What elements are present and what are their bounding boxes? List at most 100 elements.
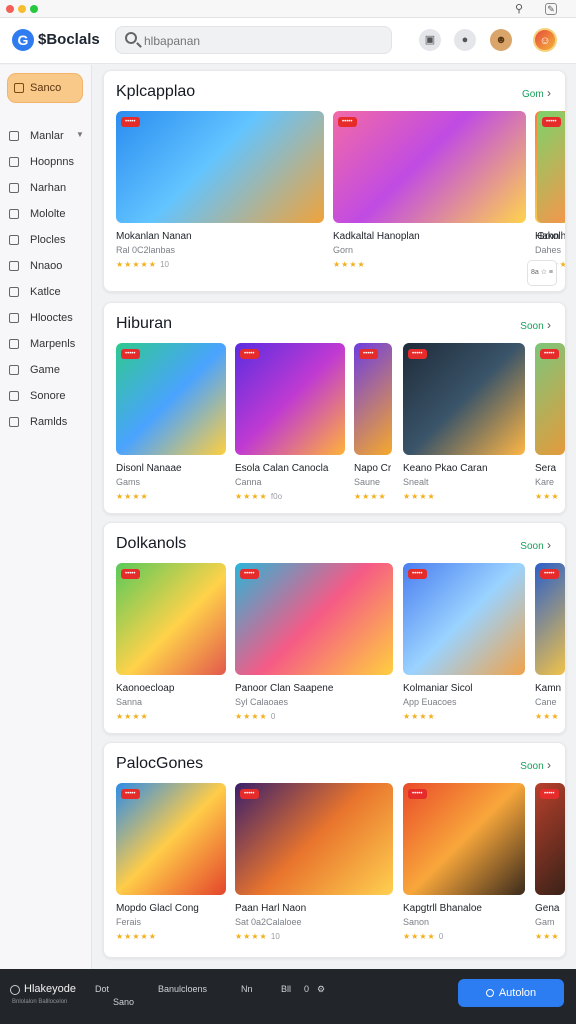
game-name[interactable]: Paan Harl Naon [235,903,365,914]
game-art-image [116,563,226,675]
chevron-down-icon[interactable]: ▼ [76,130,84,139]
game-thumbnail[interactable]: ••••• [116,343,226,455]
game-thumbnail[interactable]: ••••• [535,563,565,675]
game-name[interactable]: Mokanlan Nanan [116,231,246,242]
rating-count: 10 [160,260,169,269]
sidebar-item-nnaoo[interactable]: Nnaoo [0,257,92,277]
sidebar: Sanco Manlar ▼ Hoopnns Narhan Mololte Plocles… [0,65,92,969]
game-thumbnail[interactable]: ••••• [403,563,525,675]
game-thumbnail[interactable]: ••••• [333,111,526,223]
close-window-button[interactable] [6,5,14,13]
game-category: Ferais [116,917,142,927]
game-name[interactable]: Panoor Clan Saapene [235,683,365,694]
sidebar-item-ramlds[interactable]: Ramlds [0,413,92,433]
see-all-link[interactable]: Soon [520,758,551,772]
game-thumbnail[interactable]: ••••• [403,783,525,895]
footer-item[interactable]: Sano [113,997,134,1007]
star-rating: ★★★★★ 10 [116,260,169,269]
see-all-link[interactable]: Gom [522,86,551,100]
hot-badge: ••••• [338,117,357,127]
game-thumbnail[interactable]: ••••• [535,343,565,455]
sidebar-item-label: Game [30,364,60,376]
game-name[interactable]: Grnn [537,231,565,242]
game-category: Dahes [535,245,562,255]
settings-icon[interactable]: ⚙ [317,984,325,995]
footer-item[interactable]: Bll [281,984,291,994]
game-name[interactable]: Kapgtrll Bhanaloe [403,903,533,914]
game-art-image [535,343,565,455]
see-all-link[interactable]: Soon [520,318,551,332]
game-thumbnail[interactable]: ••••• [116,783,226,895]
section-title: Dolkanols [116,535,187,552]
search-bar[interactable] [115,26,392,54]
see-all-link[interactable]: Soon [520,538,551,552]
home-icon [14,83,24,93]
more-button[interactable]: 8a ☆ ≡ [527,260,557,286]
game-name[interactable]: Mopdo Glacl Cong [116,903,246,914]
brand-icon [10,985,20,995]
sidebar-item-katlce[interactable]: Katlce [0,283,92,303]
game-thumbnail[interactable]: ••••• [403,343,525,455]
game-thumbnail[interactable]: ••••• [235,783,393,895]
footer-item[interactable]: Nn [241,984,253,994]
rating-count: 10 [270,932,280,941]
maximize-window-button[interactable] [30,5,38,13]
sidebar-item-hoopnns[interactable]: Hoopnns [0,153,92,173]
sidebar-item-active[interactable]: Sanco [7,73,83,103]
star-rating: ★★★★ [116,712,149,721]
profile-avatar[interactable]: ☺ [533,28,557,52]
game-name[interactable]: Kamn [535,683,565,694]
rating-stars: ★★★★ [354,492,387,501]
star-rating: ★★★★ [403,712,436,721]
app-name[interactable]: $Boclals [38,31,100,48]
game-name[interactable]: Gena [535,903,565,914]
hot-badge: ••••• [240,349,259,359]
sidebar-item-sonore[interactable]: Sonore [0,387,92,407]
game-category: Gam [535,917,555,927]
game-name[interactable]: Disonl Nanaae [116,463,246,474]
game-thumbnail[interactable]: ••••• [235,563,393,675]
sidebar-item-game[interactable]: Game [0,361,92,381]
sidebar-item-marpenls[interactable]: Marpenls [0,335,92,355]
sidebar-item-narhan[interactable]: Narhan [0,179,92,199]
cta-button[interactable]: Autolon [458,979,564,1007]
section-0: Kplcapplao Gom ••••• Mokanlan Nanan Ral 0C2l… [103,70,566,292]
sidebar-item-plocles[interactable]: Plocles [0,231,92,251]
game-thumbnail[interactable]: ••••• [537,111,565,223]
hot-badge: ••••• [240,569,259,579]
footer-item[interactable]: Dot [95,984,109,994]
sidebar-item-mololte[interactable]: Mololte [0,205,92,225]
game-name[interactable]: Sera [535,463,565,474]
pin-icon[interactable]: ⚲ [512,2,526,16]
game-name[interactable]: Esola Calan Canocla [235,463,365,474]
footer-item[interactable]: 0 [304,984,309,994]
user-avatar[interactable]: ☻ [490,29,512,51]
search-input[interactable] [144,31,384,51]
clock-icon [9,183,19,193]
sidebar-item-label: Mololte [30,208,66,220]
hot-badge: ••••• [542,117,561,127]
star-rating: ★★★★ 0 [403,932,443,941]
sidebar-item-manlar[interactable]: Manlar ▼ [0,127,92,147]
minimize-window-button[interactable] [18,5,26,13]
game-name[interactable]: Kaonoecloap [116,683,246,694]
sidebar-item-label: Marpenls [30,338,76,350]
hot-badge: ••••• [540,789,559,799]
game-name[interactable]: Kadkaltal Hanoplan [333,231,463,242]
footer-brand[interactable]: Hlakeyode [24,983,76,995]
game-thumbnail[interactable]: ••••• [116,563,226,675]
game-thumbnail[interactable]: ••••• [535,783,565,895]
star-rating: ★★★★ [333,260,366,269]
app-logo-icon[interactable]: G [12,29,34,51]
game-name[interactable]: Keano Pkao Caran [403,463,533,474]
chat-icon[interactable]: ● [454,29,476,51]
game-thumbnail[interactable]: ••••• [354,343,392,455]
game-thumbnail[interactable]: ••••• [116,111,324,223]
game-thumbnail[interactable]: ••••• [235,343,345,455]
edit-icon[interactable]: ✎ [545,3,557,15]
game-name[interactable]: Kolmaniar Sicol [403,683,533,694]
sidebar-item-hlooctes[interactable]: Hlooctes [0,309,92,329]
footer-item[interactable]: Banulcloens [158,984,207,994]
gallery-icon[interactable]: ▣ [419,29,441,51]
rating-stars: ★★★★ [116,712,149,721]
